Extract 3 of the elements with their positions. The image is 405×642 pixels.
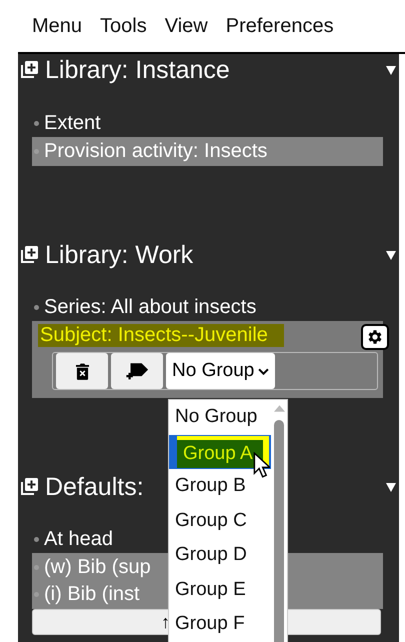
section-title: Library: Work xyxy=(45,240,194,270)
section-title: Library: Instance xyxy=(45,56,230,84)
section-title: Defaults: xyxy=(45,472,144,502)
